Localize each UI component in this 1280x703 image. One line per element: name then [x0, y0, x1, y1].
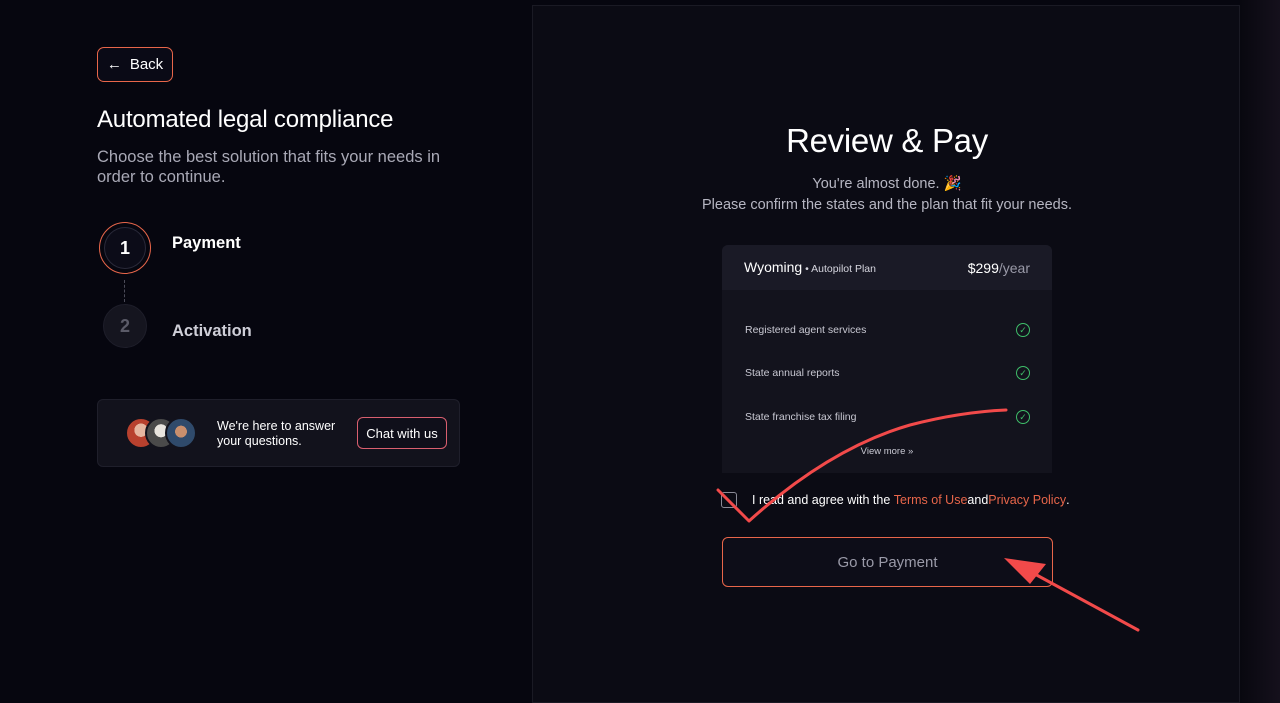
check-circle-icon: ✓: [1016, 366, 1030, 380]
avatar: [165, 417, 197, 449]
page-title: Automated legal compliance: [97, 106, 394, 133]
privacy-policy-link[interactable]: Privacy Policy: [988, 493, 1066, 507]
back-button[interactable]: ← Back: [97, 47, 173, 82]
help-card: We're here to answer your questions. Cha…: [97, 399, 460, 467]
check-circle-icon: ✓: [1016, 323, 1030, 337]
step-number-badge: 2: [103, 304, 147, 348]
support-avatars: [125, 417, 200, 449]
plan-separator: •: [802, 262, 812, 275]
right-edge-strip: [1240, 0, 1280, 703]
step-activation: 2 Activation: [99, 304, 252, 348]
plan-state: Wyoming: [744, 258, 803, 275]
agreement-row: I read and agree with the Terms of Use a…: [721, 492, 1070, 508]
price-amount: $299: [967, 259, 999, 276]
plan-price: $299/year: [968, 260, 1030, 276]
agree-and: and: [967, 493, 989, 507]
feature-label: State annual reports: [745, 367, 840, 379]
arrow-left-icon: ←: [106, 56, 122, 73]
review-title: Review & Pay: [786, 122, 988, 159]
step-label: Activation: [172, 322, 252, 340]
page-subtitle: Choose the best solution that fits your …: [97, 148, 441, 186]
plan-title: Wyoming • Autopilot Plan: [744, 259, 876, 277]
step-connector: [124, 280, 125, 302]
feature-label: Registered agent services: [745, 324, 867, 336]
plan-header: Wyoming • Autopilot Plan $299/year: [722, 245, 1052, 290]
price-period: /year: [998, 259, 1030, 276]
terms-of-use-link[interactable]: Terms of Use: [894, 493, 968, 507]
review-subtitle: You're almost done. 🎉: [812, 176, 962, 192]
help-text: We're here to answer your questions.: [217, 419, 336, 448]
agree-prefix: I read and agree with the: [752, 493, 891, 507]
agree-suffix: .: [1066, 493, 1070, 507]
feature-label: State franchise tax filing: [745, 411, 857, 423]
feature-item: Registered agent services ✓: [745, 320, 1030, 340]
check-circle-icon: ✓: [1016, 410, 1030, 424]
review-panel: Review & Pay You're almost done. 🎉 Pleas…: [532, 5, 1240, 703]
feature-item: State franchise tax filing ✓: [745, 407, 1030, 427]
step-payment: 1 Payment: [99, 222, 241, 274]
chat-with-us-button[interactable]: Chat with us: [357, 417, 447, 449]
chevrons-down-icon: »: [908, 446, 914, 457]
view-more-link[interactable]: View more »: [722, 446, 1052, 457]
go-to-payment-button[interactable]: Go to Payment: [722, 537, 1053, 587]
view-more-label: View more: [860, 446, 906, 457]
plan-name: Autopilot Plan: [811, 262, 876, 275]
back-label: Back: [129, 56, 164, 73]
plan-card: Wyoming • Autopilot Plan $299/year Regis…: [722, 245, 1052, 473]
review-instructions: Please confirm the states and the plan t…: [702, 197, 1072, 213]
step-number-badge: 1: [99, 222, 151, 274]
agree-checkbox[interactable]: [721, 492, 737, 508]
step-label: Payment: [172, 234, 241, 252]
page: ← Back Automated legal compliance Choose…: [0, 0, 1280, 703]
feature-item: State annual reports ✓: [745, 363, 1030, 383]
